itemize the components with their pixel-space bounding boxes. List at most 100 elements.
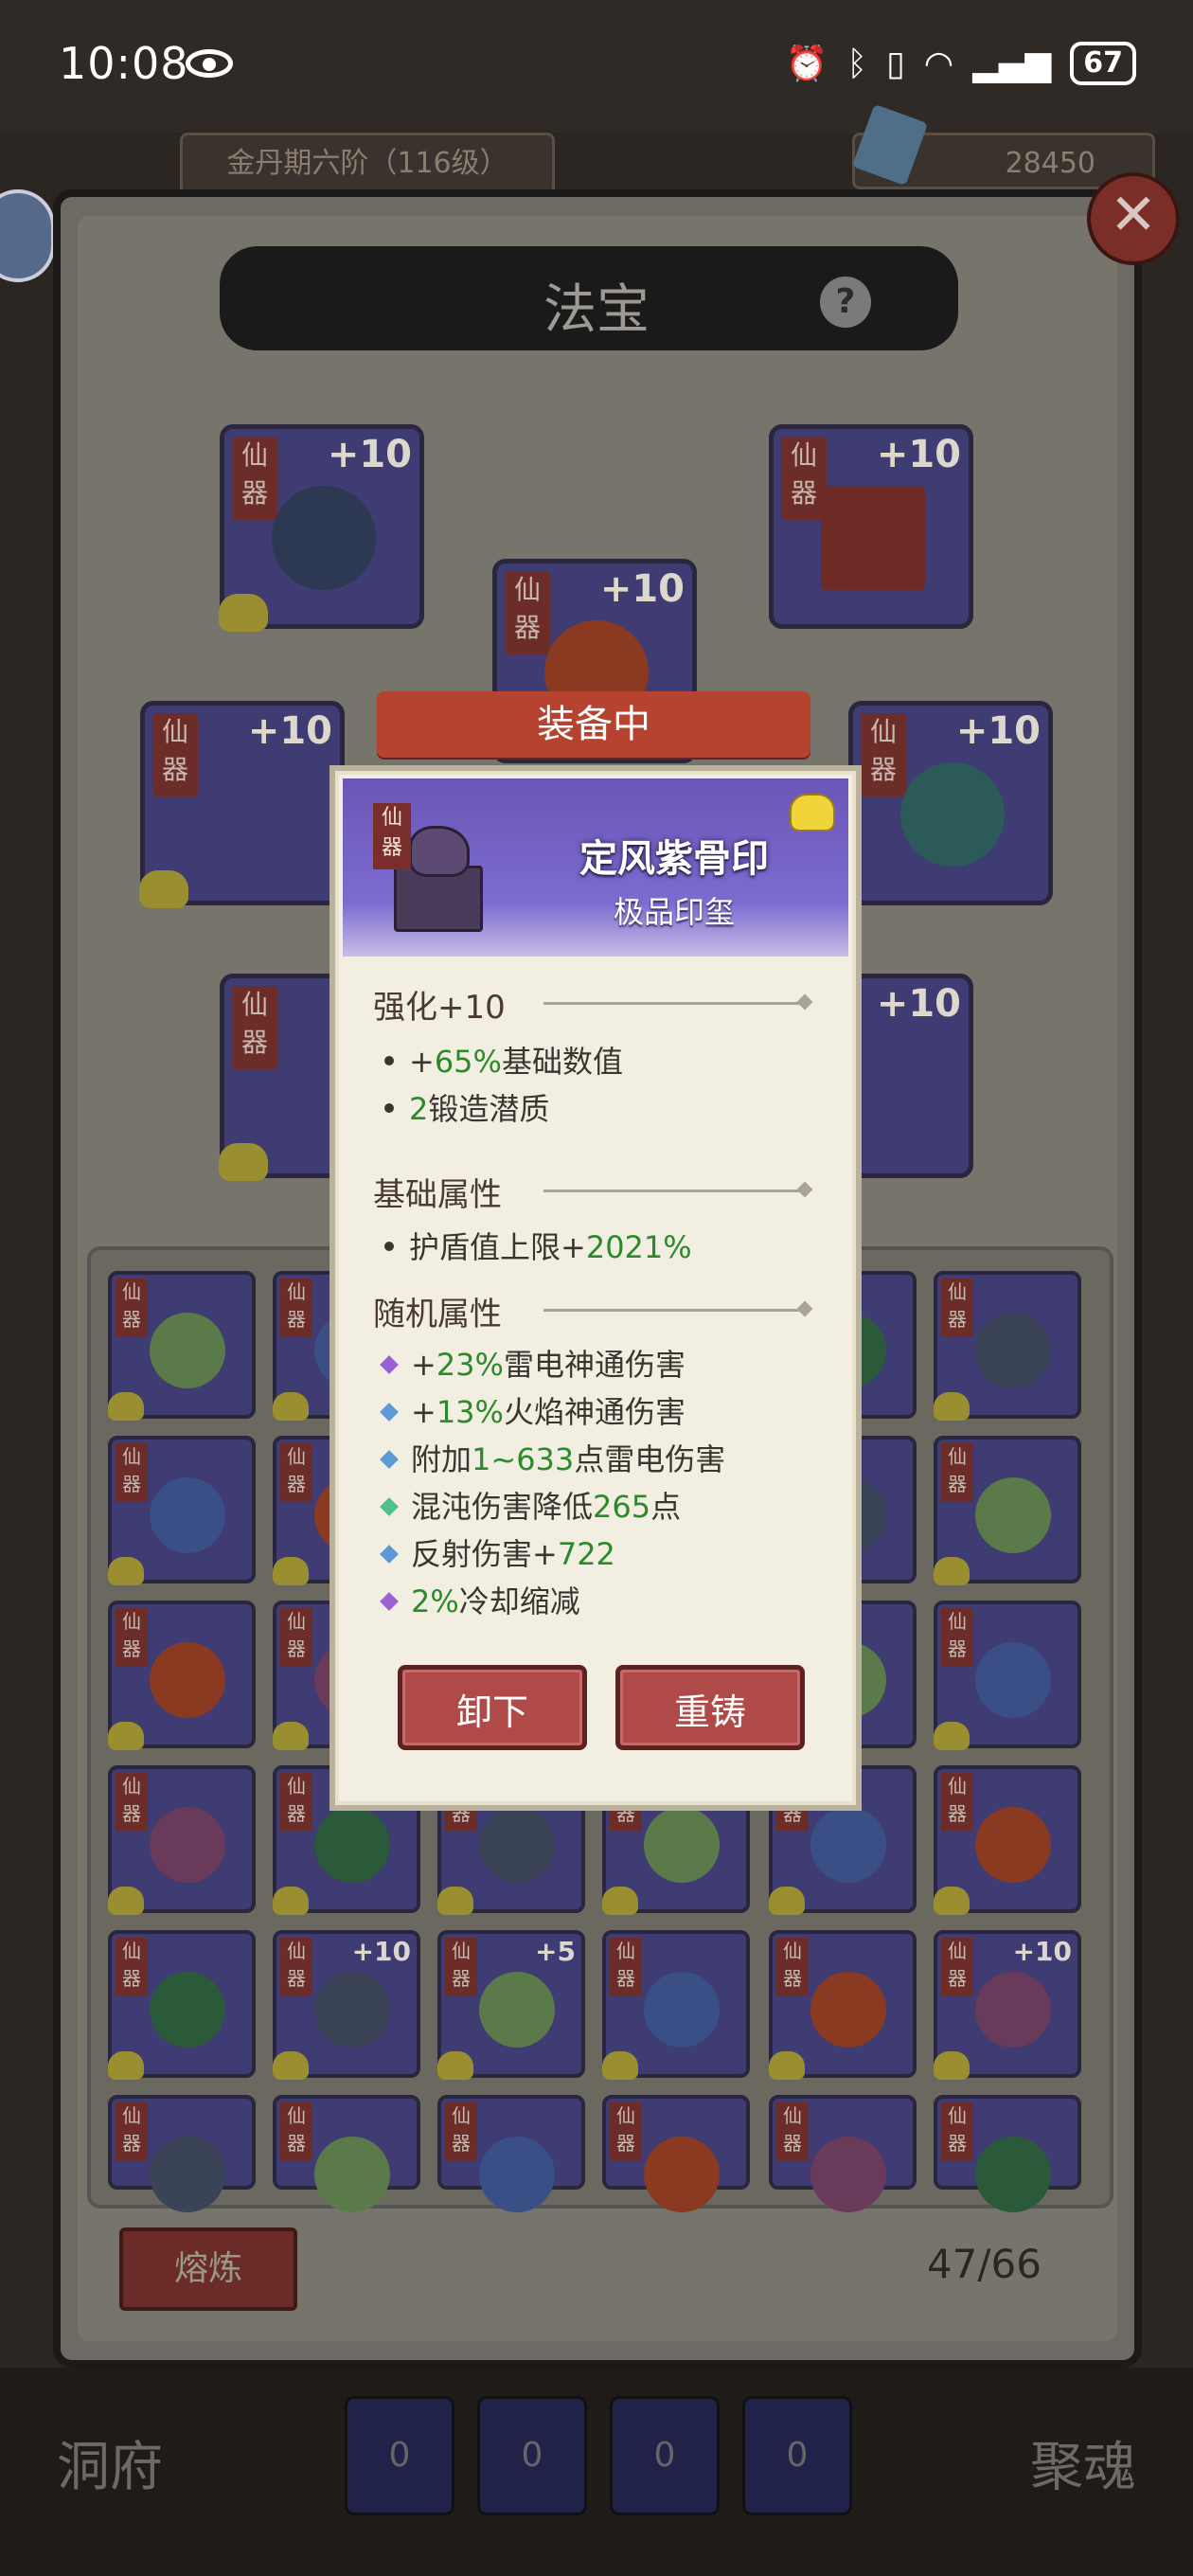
inventory-item[interactable]: 仙 器	[108, 1271, 256, 1421]
diamond-bullet-icon	[380, 1450, 399, 1469]
inventory-item[interactable]: 仙 器 +10	[934, 1930, 1081, 2080]
diamond-bullet-icon	[380, 1497, 399, 1516]
nav-slot[interactable]: 0	[742, 2396, 852, 2515]
equip-slot-3[interactable]: 仙 器 +10	[769, 424, 973, 629]
item-icon	[479, 1972, 555, 2048]
equipped-banner: 装备中	[377, 691, 810, 758]
equip-slot-1[interactable]: 仙 器 +10	[219, 424, 424, 632]
item-icon	[479, 1807, 555, 1883]
lock-icon	[219, 1143, 268, 1181]
item-icon	[975, 1477, 1051, 1553]
lock-icon[interactable]	[790, 794, 835, 832]
inventory-item[interactable]: 仙 器 +5	[437, 1930, 585, 2080]
diamond-bullet-icon	[380, 1403, 399, 1422]
inventory-item[interactable]: 仙 器	[934, 2095, 1081, 2212]
rarity-tag: 仙 器	[941, 1443, 973, 1502]
nav-cave-dwelling[interactable]: 洞府	[57, 2424, 163, 2501]
equip-slot-5[interactable]: 仙 器 +10	[848, 701, 1053, 905]
lock-icon	[934, 1392, 970, 1421]
inventory-item[interactable]: 仙 器	[108, 1601, 256, 1750]
seal-knob	[409, 826, 470, 877]
eye-icon	[186, 49, 233, 78]
equip-slot-4[interactable]: 仙 器 +10	[139, 701, 345, 908]
diamond-bullet-icon	[380, 1355, 399, 1374]
help-button[interactable]: ?	[820, 277, 871, 328]
item-icon	[314, 2137, 390, 2212]
lock-icon	[602, 2051, 638, 2080]
item-icon	[150, 1313, 225, 1388]
lock-icon	[273, 1392, 309, 1421]
diamond-bullet-icon	[380, 1592, 399, 1611]
random-attr-line: 2%冷却缩减	[379, 1578, 580, 1621]
lock-icon	[139, 870, 188, 908]
unequip-button[interactable]: 卸下	[398, 1665, 587, 1750]
random-attr-line: 附加1~633点雷电伤害	[379, 1436, 725, 1479]
status-icons: ⏰ ᛒ ▯ ◠ ▂▄▆ 67	[786, 42, 1136, 85]
lock-icon	[273, 2051, 309, 2080]
inventory-item[interactable]: 仙 器	[934, 1436, 1081, 1585]
diamond-bullet-icon	[380, 1545, 399, 1564]
enhance-line: 2锻造潜质	[379, 1085, 549, 1129]
nav-slot[interactable]: 0	[477, 2396, 587, 2515]
rarity-tag: 仙 器	[445, 1938, 477, 1996]
item-icon	[644, 1807, 720, 1883]
rarity-tag: 仙 器	[116, 1938, 148, 1996]
smelt-button[interactable]: 熔炼	[119, 2227, 297, 2311]
random-attr-line: +13%火焰神通伤害	[379, 1388, 686, 1432]
rarity-tag: 仙 器	[941, 1938, 973, 1996]
nav-soul-gather[interactable]: 聚魂	[1030, 2424, 1136, 2501]
rarity-tag: 仙 器	[373, 803, 411, 869]
lock-icon	[108, 1887, 144, 1915]
enhance-level: +10	[599, 567, 685, 611]
item-icon	[975, 1642, 1051, 1718]
inventory-item[interactable]: 仙 器	[273, 2095, 420, 2212]
random-attr-line: 混沌伤害降低265点	[379, 1483, 681, 1527]
item-icon	[150, 1972, 225, 2048]
inventory-item[interactable]: 仙 器	[934, 1765, 1081, 1915]
lock-icon	[108, 1557, 144, 1585]
reforge-button[interactable]: 重铸	[615, 1665, 805, 1750]
status-time: 10:08	[59, 38, 189, 89]
item-icon	[810, 2137, 886, 2212]
inventory-item[interactable]: 仙 器	[934, 1601, 1081, 1750]
item-icon	[975, 2137, 1051, 2212]
lock-icon	[108, 1722, 144, 1750]
inventory-item[interactable]: 仙 器	[602, 2095, 750, 2212]
rarity-tag: 仙 器	[781, 437, 827, 520]
section-divider	[543, 1309, 805, 1312]
item-icon	[975, 1972, 1051, 2048]
inventory-item[interactable]: 仙 器	[769, 2095, 917, 2212]
section-random-title: 随机属性	[373, 1296, 502, 1333]
inventory-item[interactable]: 仙 器	[108, 1930, 256, 2080]
inventory-item[interactable]: 仙 器	[108, 2095, 256, 2212]
rarity-tag: 仙 器	[445, 2102, 477, 2161]
nav-slot[interactable]: 0	[610, 2396, 720, 2515]
item-icon	[644, 1972, 720, 2048]
rarity-tag: 仙 器	[776, 1938, 809, 1996]
lock-icon	[108, 2051, 144, 2080]
nav-slot[interactable]: 0	[345, 2396, 454, 2515]
rarity-tag: 仙 器	[941, 1773, 973, 1832]
enhance-level: +5	[535, 1936, 576, 1967]
rarity-tag: 仙 器	[280, 1938, 312, 1996]
inventory-item[interactable]: 仙 器	[769, 1930, 917, 2080]
rarity-tag: 仙 器	[116, 1608, 148, 1667]
enhance-level: +10	[876, 433, 961, 476]
rarity-tag: 仙 器	[152, 713, 198, 796]
rarity-tag: 仙 器	[232, 986, 277, 1069]
enhance-level: +10	[876, 982, 961, 1026]
inventory-item[interactable]: 仙 器	[437, 2095, 585, 2212]
vibrate-icon: ▯	[885, 44, 905, 83]
close-button[interactable]: ✕	[1087, 172, 1180, 265]
rarity-tag: 仙 器	[941, 1608, 973, 1667]
enhance-level: +10	[1012, 1936, 1072, 1967]
inventory-item[interactable]: 仙 器	[934, 1271, 1081, 1421]
inventory-item[interactable]: 仙 器	[108, 1765, 256, 1915]
lock-icon	[934, 1557, 970, 1585]
inventory-item[interactable]: 仙 器	[108, 1436, 256, 1585]
inventory-item[interactable]: 仙 器	[602, 1930, 750, 2080]
rarity-tag: 仙 器	[280, 1773, 312, 1832]
item-icon	[810, 1972, 886, 2048]
inventory-item[interactable]: 仙 器 +10	[273, 1930, 420, 2080]
alarm-icon: ⏰	[785, 45, 828, 83]
